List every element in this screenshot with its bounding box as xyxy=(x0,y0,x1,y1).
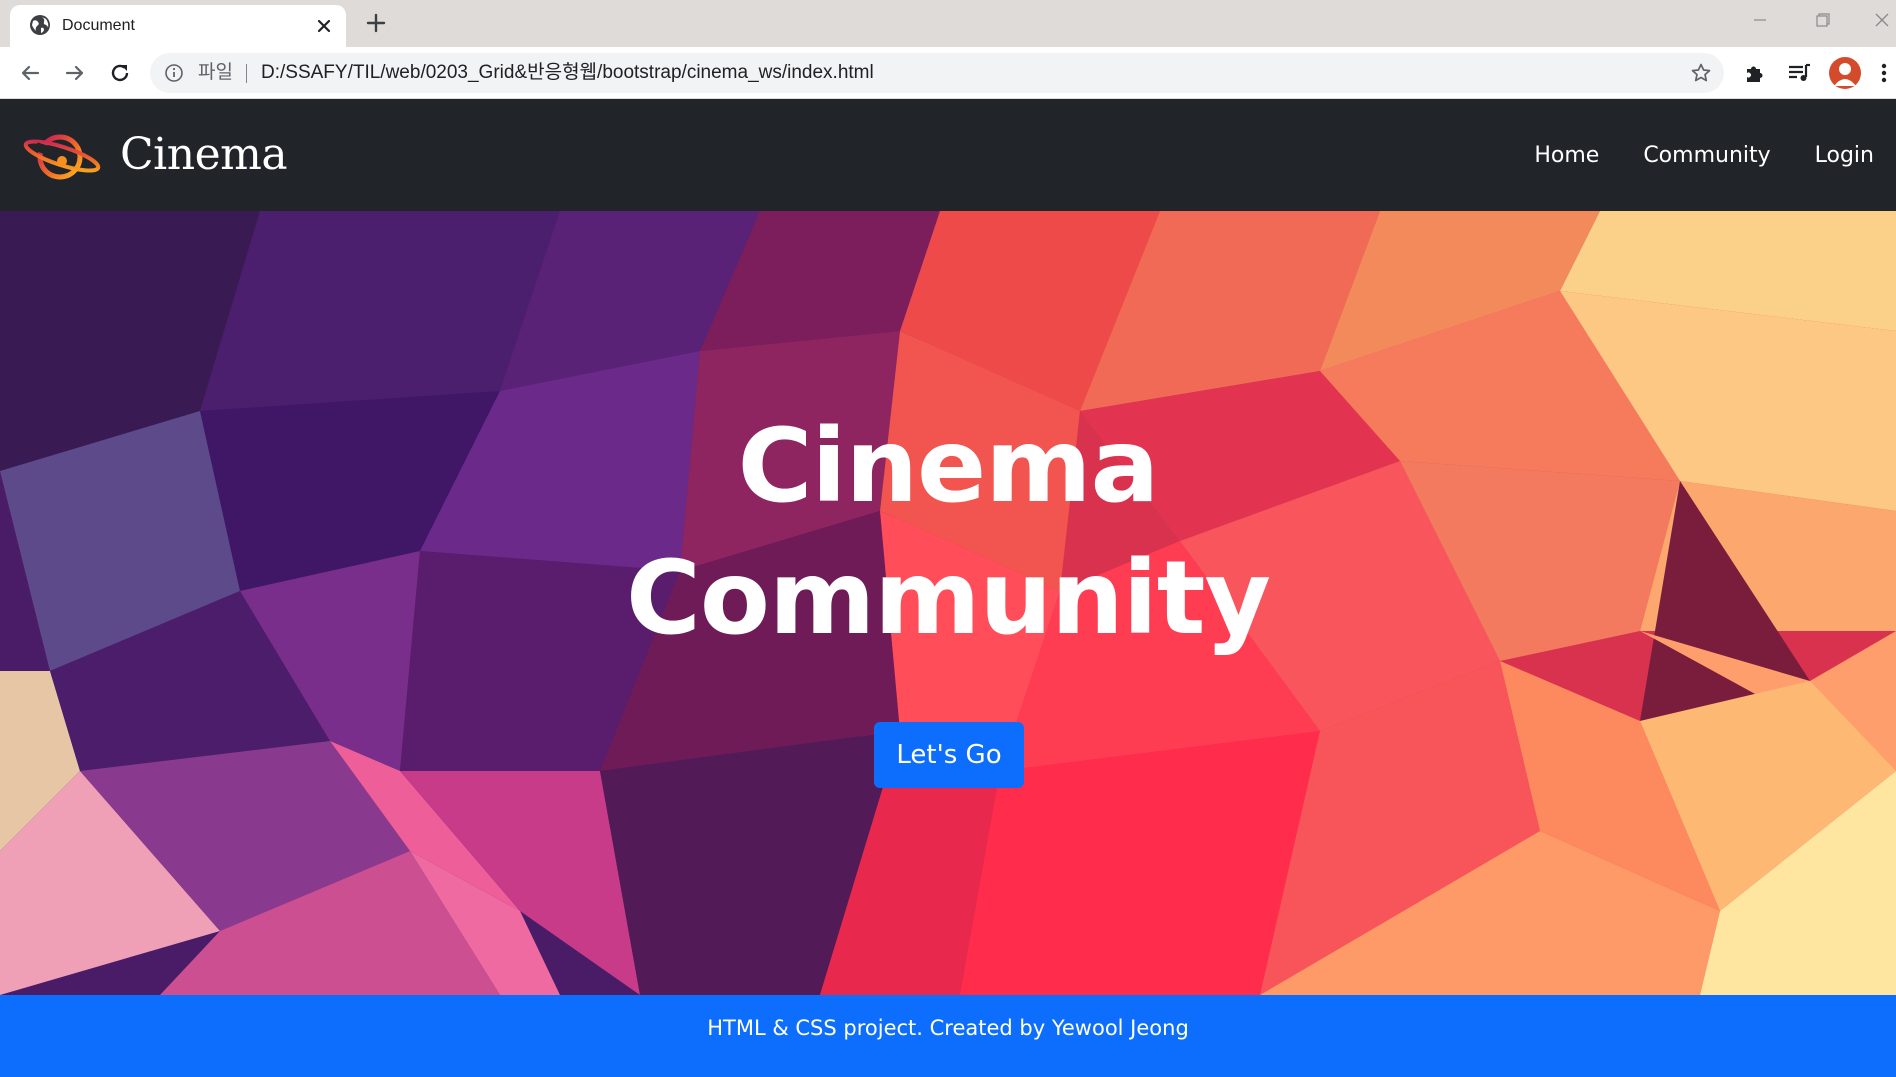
browser-toolbar: 파일 D:/SSAFY/TIL/web/0203_Grid&반응형웹/boots… xyxy=(0,47,1896,99)
kebab-icon[interactable] xyxy=(1874,59,1894,87)
hero-title-line2: Community xyxy=(626,539,1271,658)
nav-link-community[interactable]: Community xyxy=(1643,143,1770,168)
brand-name[interactable]: Cinema xyxy=(120,99,288,211)
hero-section: Cinema Community Let's Go xyxy=(0,211,1896,995)
planet-logo-icon[interactable] xyxy=(22,127,106,185)
puzzle-icon[interactable] xyxy=(1741,59,1769,87)
minimize-icon[interactable] xyxy=(1746,8,1774,32)
browser-tab[interactable]: Document xyxy=(10,5,346,47)
address-bar[interactable]: 파일 D:/SSAFY/TIL/web/0203_Grid&반응형웹/boots… xyxy=(150,53,1724,93)
reload-icon[interactable] xyxy=(106,59,134,87)
close-icon[interactable] xyxy=(314,16,334,36)
arrow-right-icon[interactable] xyxy=(61,59,89,87)
hero-title: Cinema Community xyxy=(0,401,1896,665)
tab-strip: Document xyxy=(0,0,1896,47)
hero-title-line1: Cinema xyxy=(737,407,1160,526)
url-scheme-label: 파일 xyxy=(198,62,233,83)
avatar[interactable] xyxy=(1829,57,1861,89)
site-footer: HTML & CSS project. Created by Yewool Je… xyxy=(0,995,1896,1077)
url-separator xyxy=(246,64,247,83)
lets-go-button[interactable]: Let's Go xyxy=(874,722,1024,788)
footer-text: HTML & CSS project. Created by Yewool Je… xyxy=(707,1016,1189,1040)
plus-icon[interactable] xyxy=(364,11,388,35)
site-navbar: Cinema Home Community Login xyxy=(0,99,1896,211)
profile-icon xyxy=(1834,63,1856,86)
arrow-left-icon[interactable] xyxy=(16,59,44,87)
window-close-icon[interactable] xyxy=(1868,8,1896,32)
star-icon[interactable] xyxy=(1690,62,1712,84)
nav-links: Home Community Login xyxy=(1490,99,1874,211)
globe-icon xyxy=(30,15,50,35)
tab-title: Document xyxy=(62,17,135,34)
url-text[interactable]: D:/SSAFY/TIL/web/0203_Grid&반응형웹/bootstra… xyxy=(261,53,874,93)
info-icon[interactable] xyxy=(164,63,184,83)
nav-link-login[interactable]: Login xyxy=(1815,143,1874,168)
restore-icon[interactable] xyxy=(1808,8,1836,32)
playlist-icon[interactable] xyxy=(1785,59,1813,87)
nav-link-home[interactable]: Home xyxy=(1534,143,1599,168)
